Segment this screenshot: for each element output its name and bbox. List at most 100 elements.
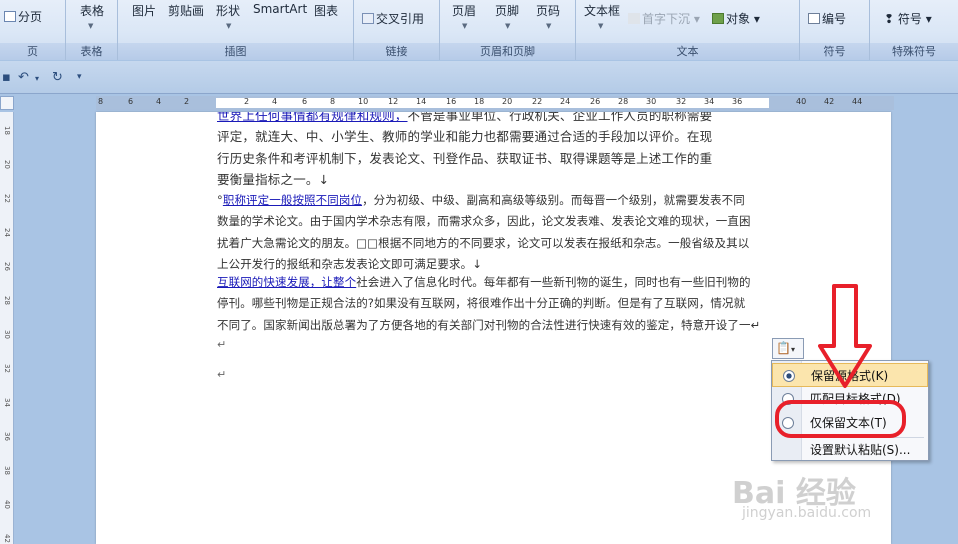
radio-icon <box>783 370 795 382</box>
ruler-tick-label: 38 <box>3 466 11 475</box>
ruler-tick-label: 18 <box>3 126 11 135</box>
ruler-tick-label: 2 <box>244 97 250 106</box>
vertical-ruler[interactable]: 18 20 22 24 26 28 30 32 34 36 38 40 42 <box>0 112 14 544</box>
ruler-tick-label: 18 <box>474 97 485 106</box>
chevron-down-icon: ▼ <box>546 22 552 30</box>
cross-reference-icon <box>362 13 374 24</box>
chart-button[interactable]: 图表 <box>314 2 338 19</box>
smartart-button[interactable]: SmartArt <box>253 2 307 16</box>
ruler-tick-label: 8 <box>98 97 104 106</box>
ruler-tick-label: 26 <box>3 262 11 271</box>
object-icon <box>712 13 724 24</box>
ruler-tick-label: 20 <box>502 97 513 106</box>
undo-dropdown-icon[interactable]: ▾ <box>35 74 39 83</box>
group-label-links: 链接 <box>354 43 439 60</box>
horizontal-ruler[interactable]: 8 6 4 2 2 4 6 8 10 12 14 16 18 20 22 24 26 28 30 32 34 36 40 42… <box>96 96 894 110</box>
group-label-text: 文本 <box>576 43 799 60</box>
ruler-tick-label: 30 <box>3 330 11 339</box>
page-break-icon <box>4 11 16 22</box>
quick-access-toolbar: ▪ ↶ ▾ ↻ ▾ <box>0 61 958 94</box>
ruler-tick-label: 20 <box>3 160 11 169</box>
picture-button[interactable]: 图片 <box>132 2 156 19</box>
group-links: 交叉引用 链接 <box>354 0 440 60</box>
ruler-tick-label: 16 <box>446 97 457 106</box>
group-illustrations: 图片 剪贴画 形状 ▼ SmartArt 图表 插图 <box>118 0 354 60</box>
watermark-url: jingyan.baidu.com <box>742 505 872 521</box>
group-header-footer: 页眉 ▼ 页脚 ▼ 页码 ▼ 页眉和页脚 <box>440 0 576 60</box>
ruler-tick-label: 4 <box>156 97 162 106</box>
ribbon: 分页 页 表格 ▼ 表格 图片 剪贴画 形状 ▼ SmartArt 图表 插图 … <box>0 0 958 60</box>
clipboard-icon: 📋 <box>776 341 791 355</box>
menu-item-set-default-paste[interactable]: 设置默认粘贴(S)... <box>772 438 928 462</box>
group-label-page: 页 <box>0 43 65 60</box>
ruler-tick-label: 32 <box>3 364 11 373</box>
group-page: 分页 页 <box>0 0 66 60</box>
chevron-down-icon: ▼ <box>88 22 94 30</box>
ruler-tick-label: 4 <box>272 97 278 106</box>
ruler-tick-label: 24 <box>560 97 571 106</box>
group-label-illustrations: 插图 <box>118 43 353 60</box>
tab-selector[interactable] <box>0 96 14 110</box>
group-label-symbols: 符号 <box>800 43 869 60</box>
text-box-button[interactable]: 文本框 <box>584 2 620 19</box>
chevron-down-icon: ▼ <box>505 22 511 30</box>
hyperlink[interactable]: 互联网的快速发展，让整个 <box>217 275 356 289</box>
ruler-tick-label: 34 <box>3 398 11 407</box>
ruler-tick-label: 10 <box>358 97 369 106</box>
clipart-button[interactable]: 剪贴画 <box>168 2 204 19</box>
shapes-button[interactable]: 形状 <box>216 2 240 19</box>
ruler-tick-label: 8 <box>330 97 336 106</box>
ruler-tick-label: 12 <box>388 97 399 106</box>
red-highlight-annotation <box>775 400 906 438</box>
page-break-button[interactable]: 分页 <box>4 8 42 25</box>
group-table: 表格 ▼ 表格 <box>66 0 118 60</box>
cross-reference-button[interactable]: 交叉引用 <box>362 10 424 27</box>
chevron-down-icon: ▼ <box>226 22 232 30</box>
paragraph-mark: ↵ <box>217 338 227 351</box>
paragraph-mark: ↵ <box>217 368 227 381</box>
group-label-special-symbols: 特殊符号 <box>870 43 958 60</box>
ruler-tick-label: 26 <box>590 97 601 106</box>
page-number-button[interactable]: 页码 <box>536 2 560 19</box>
ruler-tick-label: 22 <box>532 97 543 106</box>
ruler-tick-label: 40 <box>796 97 807 106</box>
numbering-icon <box>808 13 820 24</box>
header-button[interactable]: 页眉 <box>452 2 476 19</box>
redo-icon[interactable]: ↻ <box>52 70 63 85</box>
ruler-tick-label: 36 <box>3 432 11 441</box>
ruler-tick-label: 28 <box>3 296 11 305</box>
red-arrow-annotation <box>818 284 872 388</box>
ruler-tick-label: 14 <box>416 97 427 106</box>
drop-cap-icon <box>628 13 640 24</box>
ruler-tick-label: 36 <box>732 97 743 106</box>
ruler-tick-label: 30 <box>646 97 657 106</box>
undo-icon[interactable]: ↶ <box>18 70 29 85</box>
object-button[interactable]: 对象 ▾ <box>712 10 760 27</box>
group-special-symbols: ❢ 符号 ▾ 特殊符号 <box>870 0 958 60</box>
ruler-tick-label: 34 <box>704 97 715 106</box>
paragraph-3[interactable]: 互联网的快速发展，让整个社会进入了信息化时代。每年都有一些新刊物的诞生，同时也有… <box>217 272 777 336</box>
ruler-tick-label: 32 <box>676 97 687 106</box>
ruler-tick-label: 6 <box>128 97 134 106</box>
customize-qat-icon[interactable]: ▾ <box>77 72 82 82</box>
omega-icon: ❢ <box>884 12 895 26</box>
table-button[interactable]: 表格 <box>80 2 104 19</box>
paste-options-button[interactable]: 📋▾ <box>772 338 804 359</box>
group-label-header-footer: 页眉和页脚 <box>440 43 575 60</box>
paragraph-2[interactable]: °职称评定一般按照不同岗位，分为初级、中级、副高和高级等级别。而每晋一个级别，就… <box>217 190 777 275</box>
numbering-button[interactable]: 编号 <box>808 10 846 27</box>
footer-button[interactable]: 页脚 <box>495 2 519 19</box>
paragraph-1[interactable]: 世界上任何事情都有规律和规则，不管是事业单位、行政机关、企业工作人员的职称需要 … <box>217 112 777 190</box>
ruler-tick-label: 24 <box>3 228 11 237</box>
ruler-tick-label: 28 <box>618 97 629 106</box>
hyperlink[interactable]: 世界上任何事情都有规律和规则， <box>217 112 408 123</box>
ruler-tick-label: 40 <box>3 500 11 509</box>
hyperlink[interactable]: 职称评定一般按照不同岗位 <box>223 193 362 207</box>
symbol-button[interactable]: ❢ 符号 ▾ <box>884 10 932 27</box>
ruler-tick-label: 42 <box>3 534 11 543</box>
ruler-tick-label: 6 <box>302 97 308 106</box>
save-icon[interactable]: ▪ <box>2 70 11 85</box>
drop-cap-button[interactable]: 首字下沉 ▾ <box>628 10 700 27</box>
ruler-tick-label: 2 <box>184 97 190 106</box>
chevron-down-icon: ▾ <box>790 345 795 354</box>
